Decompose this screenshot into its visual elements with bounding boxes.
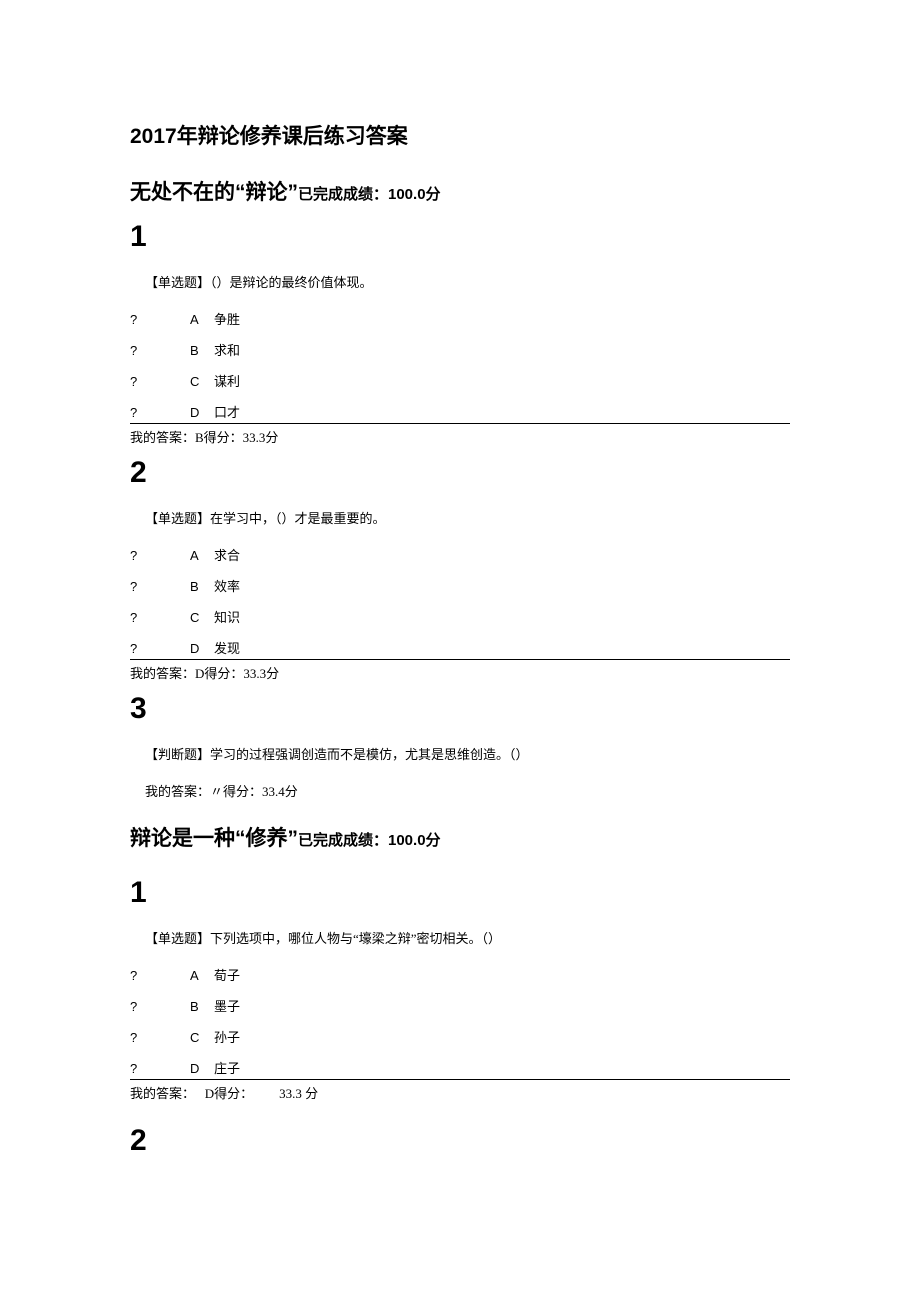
bullet-mark: ?: [130, 405, 190, 420]
option-text: 口才: [214, 402, 240, 421]
option-letter: B: [190, 343, 214, 358]
answer-line: 我的答案：〃得分：33.4分: [145, 781, 790, 800]
bullet-mark: ?: [130, 548, 190, 563]
bullet-mark: ?: [130, 579, 190, 594]
option-row: ? C 谋利: [130, 371, 790, 390]
option-letter: A: [190, 548, 214, 563]
answer-choice: D: [205, 1086, 214, 1101]
answer-score-value: 33.3 分: [279, 1086, 318, 1101]
section-heading-suffix: 已完成成绩：100.0分: [298, 186, 441, 203]
document-page: 2017年辩论修养课后练习答案 无处不在的“辩论”已完成成绩：100.0分 1 …: [0, 0, 920, 1236]
option-text: 争胜: [214, 309, 240, 328]
document-title: 2017年辩论修养课后练习答案: [130, 120, 790, 150]
bullet-mark: ?: [130, 374, 190, 389]
question-stem: 【单选题】在学习中，（）才是最重要的。: [145, 508, 790, 527]
answer-line: 我的答案： D得分： 33.3 分: [130, 1083, 790, 1102]
option-letter: A: [190, 968, 214, 983]
answer-suffix: 得分：33.4分: [223, 784, 298, 799]
option-row-underlined: ? D 庄子: [130, 1058, 790, 1080]
question-stem: 【单选题】（）是辩论的最终价值体现。: [145, 272, 790, 291]
option-row-underlined: ? D 口才: [130, 402, 790, 424]
option-text: 求合: [214, 545, 240, 564]
option-letter: D: [190, 641, 214, 656]
option-row: ? B 求和: [130, 340, 790, 359]
answer-score-label: 得分：: [214, 1086, 253, 1101]
option-text: 谋利: [214, 371, 240, 390]
option-row: ? A 荀子: [130, 965, 790, 984]
option-text: 庄子: [214, 1058, 240, 1077]
option-row: ? C 知识: [130, 607, 790, 626]
option-text: 荀子: [214, 965, 240, 984]
option-text: 知识: [214, 607, 240, 626]
answer-prefix: 我的答案：: [145, 784, 210, 799]
option-row: ? B 墨子: [130, 996, 790, 1015]
bullet-mark: ?: [130, 1030, 190, 1045]
question-stem: 【单选题】下列选项中，哪位人物与“壕梁之辩”密切相关。（）: [145, 928, 790, 947]
option-row-underlined: ? D 发现: [130, 638, 790, 660]
option-row: ? A 争胜: [130, 309, 790, 328]
section-heading: 辩论是一种“修养”已完成成绩：100.0分: [130, 822, 790, 852]
bullet-mark: ?: [130, 999, 190, 1014]
option-letter: B: [190, 999, 214, 1014]
question-stem: 【判断题】学习的过程强调创造而不是模仿，尤其是思维创造。（）: [145, 744, 790, 763]
question-number: 3: [130, 692, 790, 726]
answer-line: 我的答案：D得分：33.3分: [130, 663, 790, 682]
option-letter: C: [190, 374, 214, 389]
question-number: 1: [130, 876, 790, 910]
option-letter: B: [190, 579, 214, 594]
option-text: 墨子: [214, 996, 240, 1015]
answer-symbol-icon: 〃: [210, 784, 223, 799]
option-text: 求和: [214, 340, 240, 359]
question-number: 1: [130, 220, 790, 254]
option-letter: D: [190, 1061, 214, 1076]
option-letter: C: [190, 1030, 214, 1045]
bullet-mark: ?: [130, 968, 190, 983]
option-row: ? A 求合: [130, 545, 790, 564]
section-heading-main: 无处不在的“辩论”: [130, 181, 298, 204]
answer-line: 我的答案：B得分：33.3分: [130, 427, 790, 446]
option-text: 孙子: [214, 1027, 240, 1046]
option-row: ? C 孙子: [130, 1027, 790, 1046]
option-text: 发现: [214, 638, 240, 657]
question-number: 2: [130, 1124, 790, 1158]
bullet-mark: ?: [130, 1061, 190, 1076]
option-letter: A: [190, 312, 214, 327]
option-letter: C: [190, 610, 214, 625]
answer-prefix: 我的答案：: [130, 1086, 195, 1101]
section-heading: 无处不在的“辩论”已完成成绩：100.0分: [130, 176, 790, 206]
bullet-mark: ?: [130, 610, 190, 625]
question-number: 2: [130, 456, 790, 490]
option-text: 效率: [214, 576, 240, 595]
bullet-mark: ?: [130, 641, 190, 656]
bullet-mark: ?: [130, 343, 190, 358]
option-letter: D: [190, 405, 214, 420]
bullet-mark: ?: [130, 312, 190, 327]
option-row: ? B 效率: [130, 576, 790, 595]
section-heading-suffix: 已完成成绩：100.0分: [298, 832, 441, 849]
section-heading-main: 辩论是一种“修养”: [130, 827, 298, 850]
